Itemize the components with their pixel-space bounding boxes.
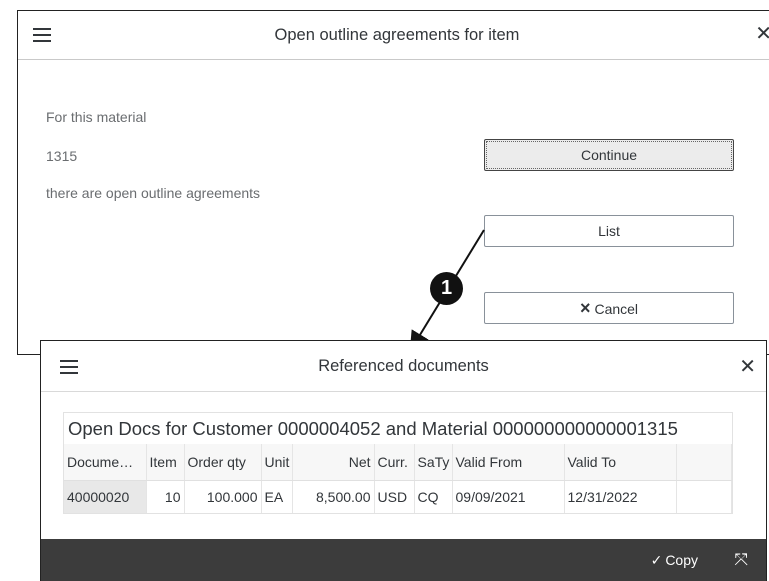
cell-empty [676, 480, 732, 513]
collapse-icon[interactable]: ⤧ [734, 539, 748, 581]
cell-valid-to[interactable]: 12/31/2022 [564, 480, 677, 513]
cell-order-qty[interactable]: 100.000 [184, 480, 262, 513]
table-row[interactable]: 40000020 10 100.000 EA 8,500.00 USD CQ 0… [64, 480, 732, 513]
close-icon[interactable]: ✕ [739, 356, 756, 378]
column-header-valid-from[interactable]: Valid From [452, 444, 565, 481]
table-header-row: Docume… Item Order qty Unit Net Curr. Sa… [64, 444, 732, 481]
dialog-title: Referenced documents [318, 357, 489, 375]
dialog-title-bar: Referenced documents ✕ [41, 341, 766, 392]
check-icon: ✓ [650, 552, 663, 568]
column-header-valid-to[interactable]: Valid To [564, 444, 677, 481]
referenced-documents-dialog: Referenced documents ✕ Open Docs for Cus… [40, 340, 767, 581]
column-header-unit[interactable]: Unit [261, 444, 293, 481]
column-header-net[interactable]: Net [292, 444, 375, 481]
cell-document[interactable]: 40000020 [64, 480, 147, 513]
column-header-item[interactable]: Item [146, 444, 185, 481]
documents-grid: Docume… Item Order qty Unit Net Curr. Sa… [64, 444, 732, 513]
column-header-order-qty[interactable]: Order qty [184, 444, 262, 481]
cell-unit[interactable]: EA [261, 480, 293, 513]
cell-net[interactable]: 8,500.00 [292, 480, 375, 513]
column-header-currency[interactable]: Curr. [374, 444, 415, 481]
dialog-footer: ✓ Copy ⤧ [41, 539, 766, 581]
column-header-empty [676, 444, 732, 481]
referenced-documents-table: Open Docs for Customer 0000004052 and Ma… [63, 412, 733, 514]
copy-button[interactable]: ✓ Copy [651, 539, 698, 581]
copy-label: Copy [665, 552, 698, 568]
cell-currency[interactable]: USD [374, 480, 415, 513]
callout-number-badge: 1 [430, 272, 463, 305]
column-header-sales-type[interactable]: SaTy [414, 444, 453, 481]
column-header-document[interactable]: Docume… [64, 444, 147, 481]
cell-item[interactable]: 10 [146, 480, 185, 513]
cell-valid-from[interactable]: 09/09/2021 [452, 480, 565, 513]
cell-sales-type[interactable]: CQ [414, 480, 453, 513]
table-caption: Open Docs for Customer 0000004052 and Ma… [68, 418, 678, 439]
